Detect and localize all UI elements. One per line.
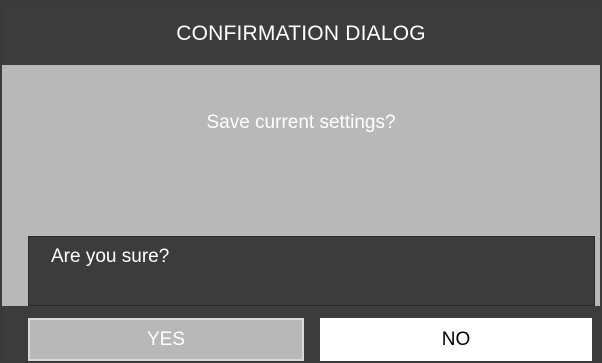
confirmation-prompt: Are you sure? (51, 246, 170, 267)
no-button[interactable]: NO (320, 318, 592, 361)
confirmation-dialog: CONFIRMATION DIALOG Save current setting… (0, 0, 602, 363)
yes-button-label: YES (146, 328, 186, 350)
dialog-title-bar: CONFIRMATION DIALOG (2, 2, 600, 65)
dialog-title: CONFIRMATION DIALOG (176, 21, 426, 45)
yes-button[interactable]: YES (28, 318, 304, 361)
dialog-button-bar: YES NO (2, 306, 600, 361)
no-button-label: NO (441, 328, 471, 350)
confirmation-prompt-box: Are you sure? (28, 236, 595, 306)
dialog-message: Save current settings? (206, 112, 396, 133)
